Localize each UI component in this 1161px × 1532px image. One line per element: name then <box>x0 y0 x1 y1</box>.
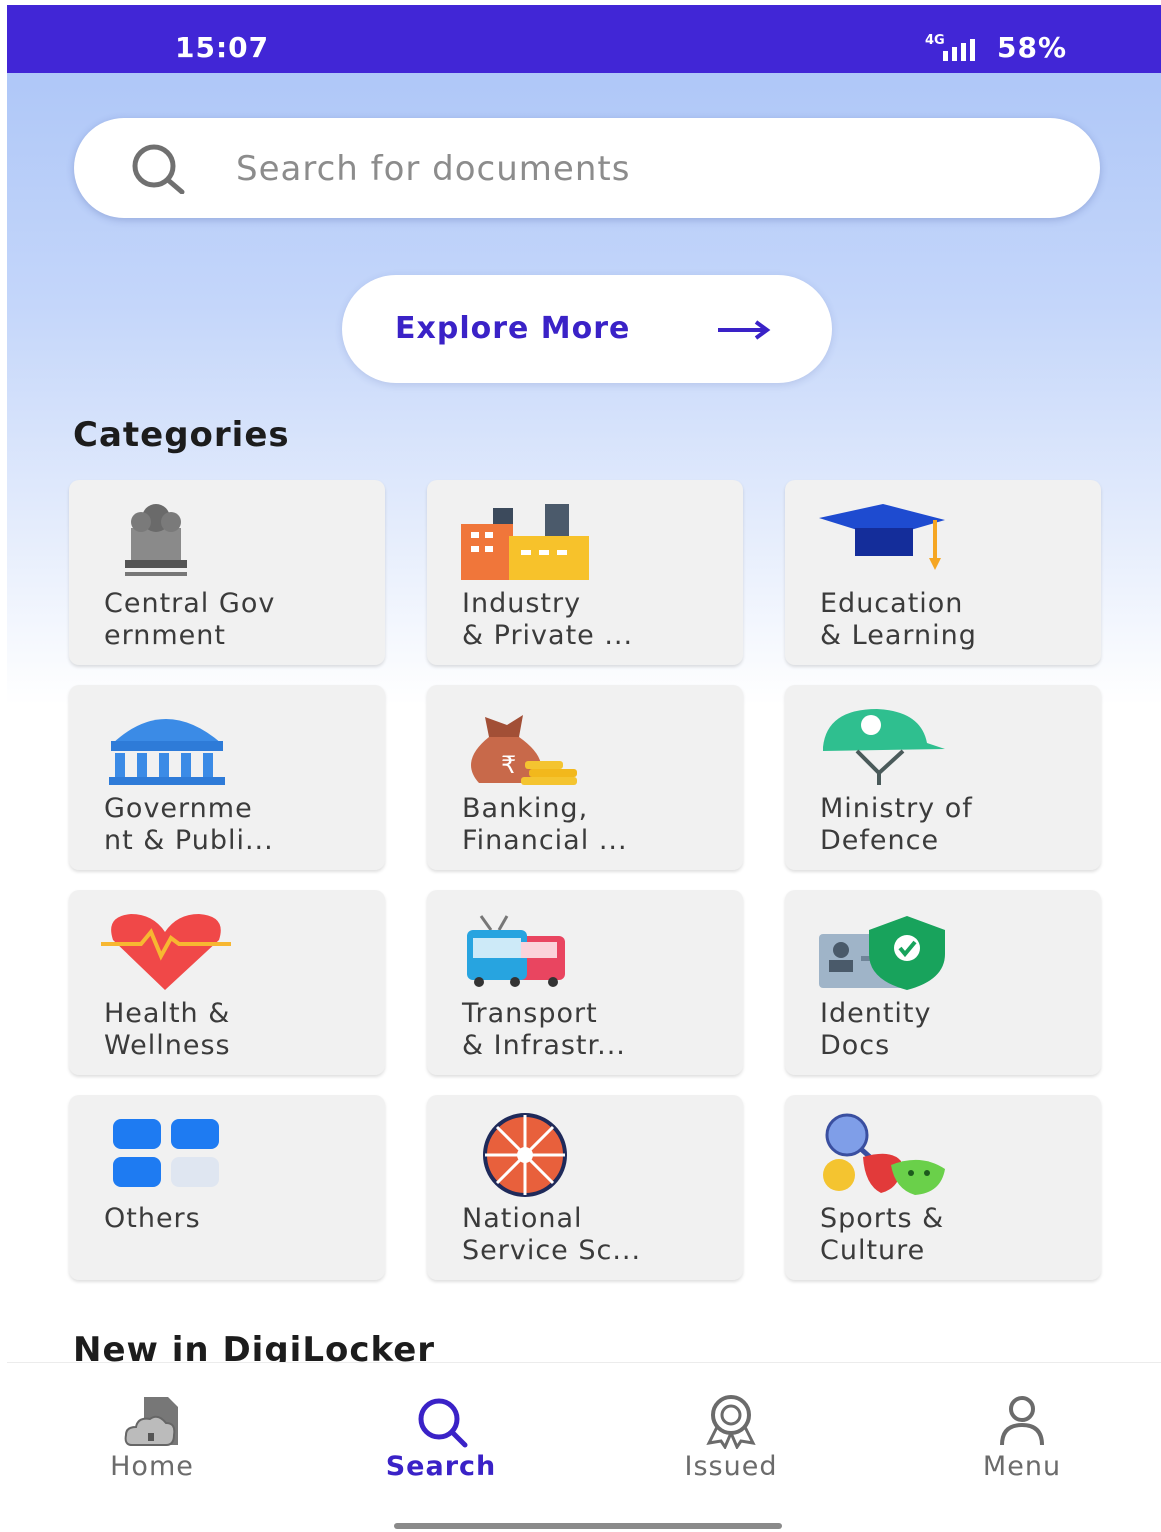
status-bar: 15:07 4G 58% <box>7 5 1161 73</box>
award-badge-icon <box>706 1395 756 1449</box>
category-sports-culture[interactable]: Sports & Culture <box>785 1095 1101 1280</box>
categories-grid: Central Gov ernment Industry & Private .… <box>69 480 1109 1290</box>
category-central-government[interactable]: Central Gov ernment <box>69 480 385 665</box>
search-screen: 15:07 4G 58% Explore More Categories <box>7 5 1161 1532</box>
category-label: Central Gov ernment <box>104 588 276 651</box>
category-national-service-scheme[interactable]: National Service Sc... <box>427 1095 743 1280</box>
nav-home[interactable]: Home <box>52 1363 252 1493</box>
nav-issued[interactable]: Issued <box>631 1363 831 1493</box>
status-time: 15:07 <box>175 31 270 64</box>
category-label: Ministry of Defence <box>820 793 973 856</box>
nav-home-label: Home <box>110 1451 194 1482</box>
explore-more-button[interactable]: Explore More <box>342 275 832 383</box>
nav-issued-label: Issued <box>684 1451 778 1482</box>
id-card-shield-icon <box>819 916 945 990</box>
category-label: Education & Learning <box>820 588 977 651</box>
cloud-home-icon <box>124 1397 178 1446</box>
nav-menu[interactable]: Menu <box>922 1363 1122 1493</box>
category-transport-infrastructure[interactable]: Transport & Infrastr... <box>427 890 743 1075</box>
category-government-public[interactable]: Governme nt & Publi... <box>69 685 385 870</box>
graduation-cap-icon <box>819 504 945 570</box>
category-label: Governme nt & Publi... <box>104 793 274 856</box>
signal-icon <box>943 39 975 61</box>
search-input[interactable] <box>234 146 1038 192</box>
category-label: Industry & Private ... <box>462 588 634 651</box>
category-industry-private[interactable]: Industry & Private ... <box>427 480 743 665</box>
heartbeat-icon <box>101 914 231 990</box>
search-bar[interactable] <box>74 118 1100 218</box>
money-bag-icon: ₹ <box>471 715 577 785</box>
arrow-right-icon <box>718 320 771 340</box>
bottom-navigation: Home Search Issued Menu <box>7 1362 1161 1532</box>
svg-text:₹: ₹ <box>501 751 516 779</box>
category-label: Health & Wellness <box>104 998 231 1061</box>
sports-masks-icon <box>823 1113 945 1195</box>
user-icon <box>1000 1396 1044 1446</box>
search-icon <box>418 1398 468 1448</box>
bus-icon <box>467 915 565 987</box>
category-identity-docs[interactable]: Identity Docs <box>785 890 1101 1075</box>
nav-search-label: Search <box>385 1451 497 1482</box>
category-others[interactable]: Others <box>69 1095 385 1280</box>
battery-level: 58% <box>997 31 1068 64</box>
category-education-learning[interactable]: Education & Learning <box>785 480 1101 665</box>
government-building-icon <box>109 719 225 785</box>
wheel-icon <box>483 1113 567 1197</box>
factory-icon <box>461 504 589 580</box>
category-health-wellness[interactable]: Health & Wellness <box>69 890 385 1075</box>
soldier-helmet-icon <box>823 709 945 785</box>
category-label: Banking, Financial ... <box>462 793 628 856</box>
category-ministry-defence[interactable]: Ministry of Defence <box>785 685 1101 870</box>
grid-tiles-icon <box>113 1119 219 1187</box>
nav-search[interactable]: Search <box>341 1363 541 1493</box>
categories-heading: Categories <box>73 415 290 455</box>
category-label: Identity Docs <box>820 998 932 1061</box>
category-label: Others <box>104 1203 201 1234</box>
category-banking-financial[interactable]: ₹ Banking, Financial ... <box>427 685 743 870</box>
search-icon <box>132 144 185 194</box>
nav-menu-label: Menu <box>982 1451 1062 1482</box>
category-label: Sports & Culture <box>820 1203 945 1266</box>
category-label: Transport & Infrastr... <box>462 998 626 1061</box>
explore-more-label: Explore More <box>395 311 631 346</box>
national-emblem-icon <box>125 504 187 576</box>
home-indicator[interactable] <box>394 1523 782 1529</box>
category-label: National Service Sc... <box>462 1203 642 1266</box>
